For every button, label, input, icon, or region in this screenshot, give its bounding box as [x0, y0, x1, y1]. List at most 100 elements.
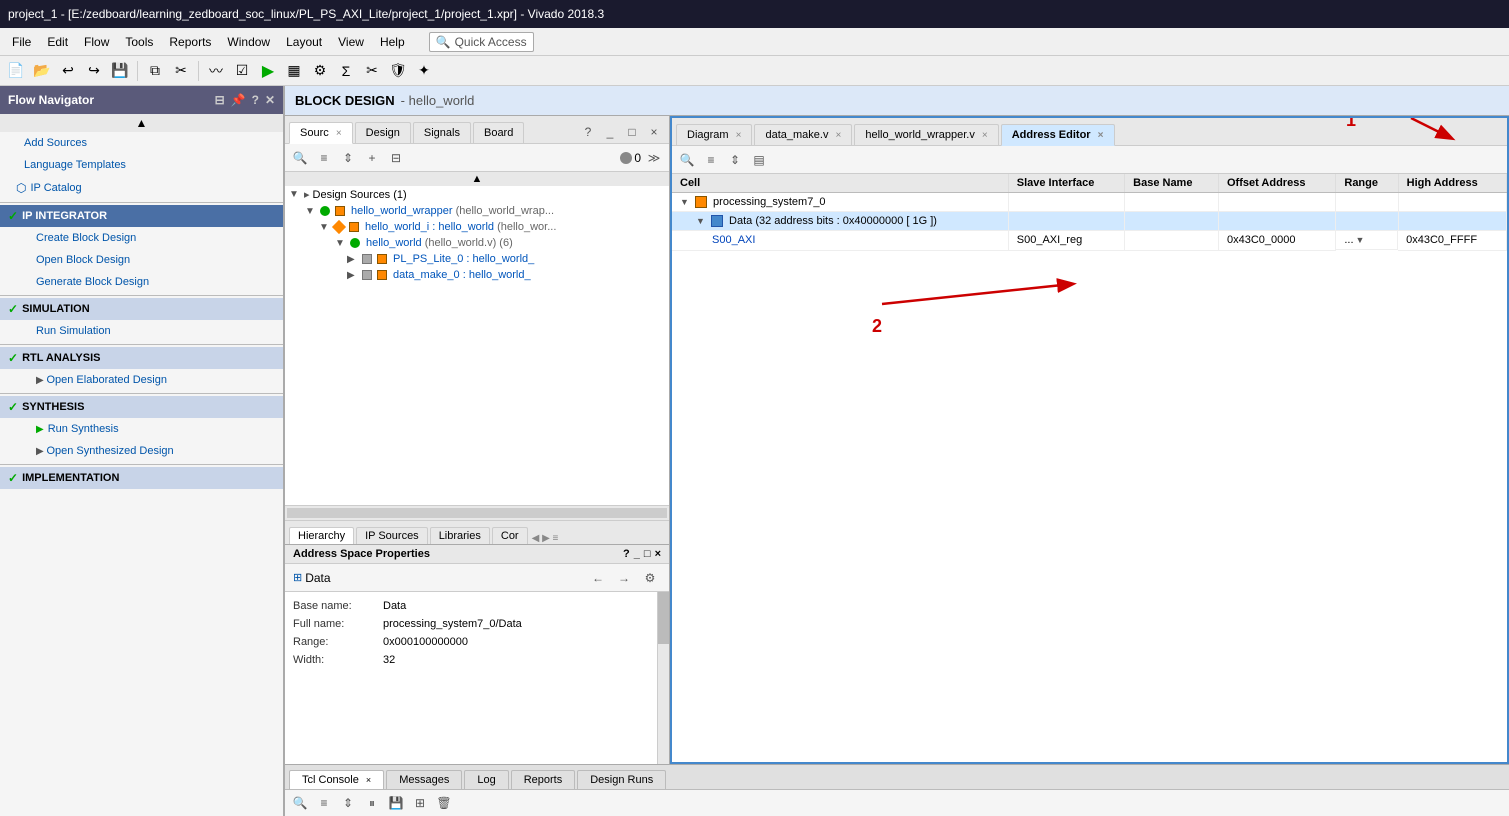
nav-add-sources[interactable]: Add Sources — [0, 132, 283, 154]
tab-board[interactable]: Board — [473, 122, 524, 143]
cut2-button[interactable]: ✂ — [360, 59, 384, 83]
nav-section-synthesis[interactable]: ✓ SYNTHESIS — [0, 396, 283, 418]
menu-reports[interactable]: Reports — [161, 31, 219, 53]
range-dropdown-icon[interactable]: ▼ — [1356, 235, 1365, 245]
nav-section-simulation[interactable]: ✓ SIMULATION — [0, 298, 283, 320]
open-button[interactable]: 📂 — [30, 59, 54, 83]
nav-open-block-design[interactable]: Open Block Design — [0, 249, 283, 271]
ae-tab-address-editor[interactable]: Address Editor × — [1001, 124, 1115, 146]
bpt-reports[interactable]: Reports — [511, 770, 576, 789]
tcl-pause-button[interactable]: ⏸ — [361, 792, 383, 814]
panel-restore-button[interactable]: □ — [621, 121, 643, 143]
tcl-expand-button[interactable]: ⇕ — [337, 792, 359, 814]
tree-hello-world-wrapper[interactable]: ▼ hello_world_wrapper (hello_world_wrap.… — [285, 203, 669, 219]
panel-minimize-button[interactable]: _ — [599, 121, 621, 143]
menu-edit[interactable]: Edit — [39, 31, 76, 53]
btab-hierarchy[interactable]: Hierarchy — [289, 527, 354, 544]
ae-tab-data-make-close[interactable]: × — [836, 130, 842, 141]
tcl-save-button[interactable]: 💾 — [385, 792, 407, 814]
asp-forward-button[interactable]: → — [613, 567, 635, 589]
nav-section-ip-integrator[interactable]: ✓ IP INTEGRATOR — [0, 205, 283, 227]
tree-hello-world[interactable]: ▼ hello_world (hello_world.v) (6) — [285, 235, 669, 251]
menu-layout[interactable]: Layout — [278, 31, 330, 53]
tcl-search-button[interactable]: 🔍 — [289, 792, 311, 814]
pin-icon[interactable]: 📌 — [231, 93, 246, 107]
sources-expand-button[interactable]: ⇕ — [337, 147, 359, 169]
menu-flow[interactable]: Flow — [76, 31, 117, 53]
sources-overflow-button[interactable]: ≫ — [643, 147, 665, 169]
nav-generate-block-design[interactable]: Generate Block Design — [0, 271, 283, 293]
bpt-design-runs[interactable]: Design Runs — [577, 770, 666, 789]
asp-scrollbar[interactable] — [657, 592, 669, 764]
nav-run-simulation[interactable]: Run Simulation — [0, 320, 283, 342]
panel-close-button[interactable]: × — [643, 121, 665, 143]
sources-add-button[interactable]: + — [361, 147, 383, 169]
scroll-up-button[interactable]: ▲ — [0, 114, 283, 132]
nav-ip-catalog[interactable]: ⬡ IP Catalog — [0, 176, 283, 200]
tab-design[interactable]: Design — [355, 122, 411, 143]
close-icon[interactable]: ✕ — [265, 93, 275, 107]
sigma-button[interactable]: Σ — [334, 59, 358, 83]
asp-close-icon[interactable]: × — [655, 548, 661, 560]
bpt-log[interactable]: Log — [464, 770, 508, 789]
sources-filter-button[interactable]: ⊟ — [385, 147, 407, 169]
tree-design-sources[interactable]: ▼ ▸ Design Sources (1) — [285, 186, 669, 203]
menu-file[interactable]: File — [4, 31, 39, 53]
asp-help-icon[interactable]: ? — [623, 548, 630, 560]
menu-help[interactable]: Help — [372, 31, 413, 53]
ae-collapse-button[interactable]: ≡ — [700, 149, 722, 171]
asp-back-button[interactable]: ← — [587, 567, 609, 589]
tab-signals[interactable]: Signals — [413, 122, 471, 143]
nav-open-synthesized[interactable]: ▶ Open Synthesized Design — [0, 440, 283, 462]
ae-tab-diagram[interactable]: Diagram × — [676, 124, 752, 145]
tab-sources[interactable]: Sourc × — [289, 122, 353, 144]
tcl-console-close[interactable]: × — [366, 775, 371, 785]
tcl-collapse-button[interactable]: ≡ — [313, 792, 335, 814]
ae-tab-diagram-close[interactable]: × — [736, 130, 742, 141]
btab-libraries[interactable]: Libraries — [430, 527, 490, 544]
wave-button[interactable]: 〰 — [204, 59, 228, 83]
menu-window[interactable]: Window — [219, 31, 278, 53]
nav-create-block-design[interactable]: Create Block Design — [0, 227, 283, 249]
sources-search-button[interactable]: 🔍 — [289, 147, 311, 169]
minimize-icon[interactable]: ⊟ — [215, 93, 225, 107]
tcl-grid-button[interactable]: ⊞ — [409, 792, 431, 814]
menu-tools[interactable]: Tools — [117, 31, 161, 53]
sources-collapse-button[interactable]: ≡ — [313, 147, 335, 169]
btab-cor[interactable]: Cor — [492, 527, 528, 544]
save-button[interactable]: 💾 — [108, 59, 132, 83]
tree-scroll-up[interactable]: ▲ — [285, 172, 669, 186]
program-button[interactable]: ▦ — [282, 59, 306, 83]
nav-language-templates[interactable]: Language Templates — [0, 154, 283, 176]
tcl-clear-button[interactable]: 🗑 — [433, 792, 455, 814]
ae-assign-button[interactable]: ▤ — [748, 149, 770, 171]
horizontal-scrollbar[interactable] — [287, 508, 667, 518]
ae-search-button[interactable]: 🔍 — [676, 149, 698, 171]
asp-minimize-icon[interactable]: _ — [634, 548, 640, 560]
tree-pl-ps-lite[interactable]: ▶ PL_PS_Lite_0 : hello_world_ — [285, 251, 669, 267]
tree-hello-world-i[interactable]: ▼ hello_world_i : hello_world (hello_wor… — [285, 219, 669, 235]
redo-button[interactable]: ↪ — [82, 59, 106, 83]
panel-help-button[interactable]: ? — [577, 121, 599, 143]
new-file-button[interactable]: 📄 — [4, 59, 28, 83]
ae-tab-hello-world-wrapper[interactable]: hello_world_wrapper.v × — [854, 124, 998, 145]
bpt-messages[interactable]: Messages — [386, 770, 462, 789]
ae-tab-addr-close[interactable]: × — [1098, 130, 1104, 141]
tab-sources-close[interactable]: × — [336, 128, 342, 139]
nav-section-implementation[interactable]: ✓ IMPLEMENTATION — [0, 467, 283, 489]
question-icon[interactable]: ? — [252, 93, 259, 107]
nav-run-synthesis[interactable]: ▶ Run Synthesis — [0, 418, 283, 440]
quick-access-input[interactable]: 🔍 Quick Access — [429, 32, 534, 52]
shield-button[interactable]: 🛡 — [386, 59, 410, 83]
nav-open-elaborated[interactable]: ▶ Open Elaborated Design — [0, 369, 283, 391]
tree-data-make[interactable]: ▶ data_make_0 : hello_world_ — [285, 267, 669, 283]
btab-ip-sources[interactable]: IP Sources — [356, 527, 428, 544]
ae-tab-data-make[interactable]: data_make.v × — [754, 124, 852, 145]
ae-tab-hello-close[interactable]: × — [982, 130, 988, 141]
gear-button[interactable]: ⚙ — [308, 59, 332, 83]
ae-expand-button[interactable]: ⇕ — [724, 149, 746, 171]
cut-button[interactable]: ✂ — [169, 59, 193, 83]
bpt-tcl-console[interactable]: Tcl Console × — [289, 770, 384, 789]
run-button[interactable]: ▶ — [256, 59, 280, 83]
check-button[interactable]: ☑ — [230, 59, 254, 83]
